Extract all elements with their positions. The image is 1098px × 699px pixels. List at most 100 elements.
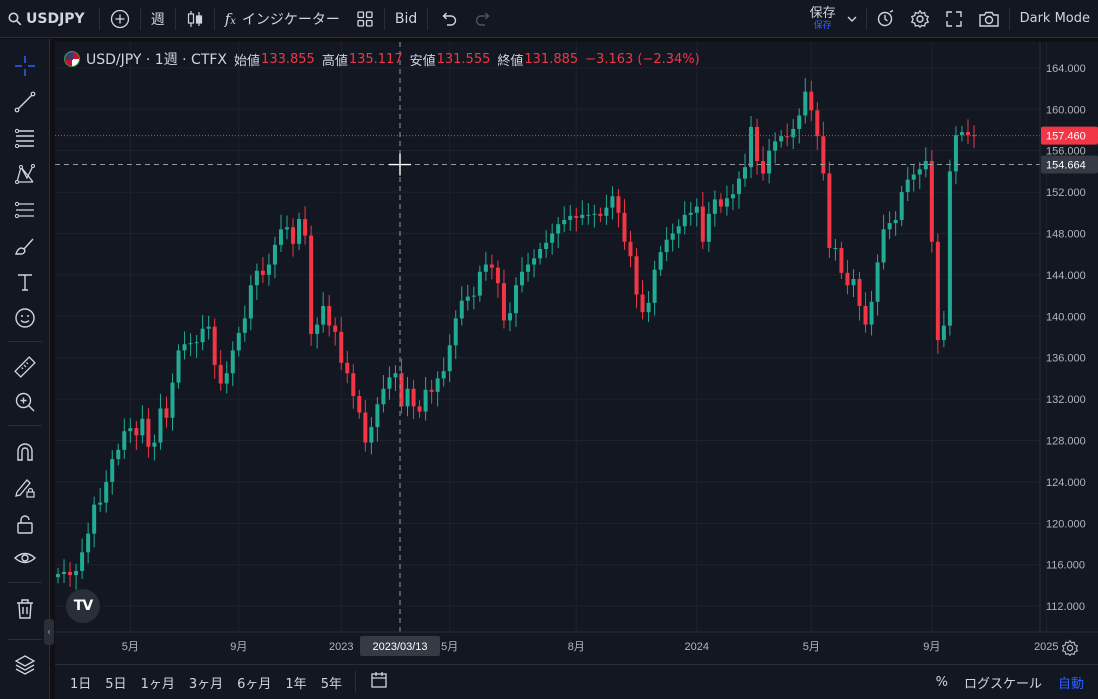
dark-mode-toggle[interactable]: Dark Mode	[1012, 0, 1098, 38]
open-label: 始値	[234, 53, 261, 69]
candle-body	[514, 285, 518, 314]
candle-body	[158, 408, 163, 443]
separator	[139, 7, 141, 30]
object-tree-button[interactable]	[8, 650, 42, 680]
candle-body	[405, 388, 410, 407]
save-dropdown[interactable]	[846, 0, 864, 38]
range-6m[interactable]: 6ヶ月	[230, 673, 278, 692]
quick-search-button[interactable]	[869, 0, 903, 38]
price-chart[interactable]: 157.460 154.664 2023/03/13 164.000 160.000 1…	[55, 42, 1098, 664]
close-label: 終値	[497, 53, 524, 69]
tool-zoom[interactable]	[8, 387, 42, 417]
undo-button[interactable]	[430, 0, 466, 38]
candle-body	[640, 294, 645, 313]
tool-crosshair[interactable]	[8, 51, 42, 81]
emoji-icon	[15, 308, 35, 328]
tool-lock[interactable]	[8, 509, 42, 539]
range-1y[interactable]: 1年	[278, 673, 313, 692]
tool-emoji[interactable]	[8, 303, 42, 333]
candle-body	[297, 219, 302, 244]
chart-type-button[interactable]	[178, 0, 212, 38]
tool-magnet[interactable]	[8, 437, 42, 467]
y-tick-label: 140.000	[1046, 311, 1086, 323]
range-3m[interactable]: 3ヶ月	[182, 673, 230, 692]
candle-body	[146, 418, 151, 447]
range-5d[interactable]: 5日	[98, 673, 133, 692]
tool-remove[interactable]	[8, 594, 42, 624]
tool-trendline[interactable]	[8, 87, 42, 117]
candle-body	[62, 571, 67, 575]
candle-body	[929, 161, 934, 242]
candle-body	[857, 279, 862, 306]
chart-pane[interactable]: 157.460 154.664 2023/03/13 164.000 160.000 1…	[55, 42, 1098, 664]
candle-body	[935, 241, 940, 341]
tool-fib[interactable]	[8, 123, 42, 153]
chart-settings-button[interactable]	[1058, 636, 1082, 660]
trash-icon	[17, 599, 33, 619]
snapshot-button[interactable]	[971, 0, 1007, 38]
auto-scale-button[interactable]: 自動	[1050, 673, 1092, 692]
candle-body	[447, 345, 452, 372]
candle-body	[917, 169, 922, 175]
tool-visibility[interactable]	[8, 543, 42, 573]
percent-scale-button[interactable]: %	[928, 675, 956, 690]
gear-icon	[910, 9, 929, 28]
candle-body	[724, 198, 729, 207]
x-tick-label: 2025	[1034, 641, 1058, 653]
candle-body	[212, 326, 217, 365]
tool-brush[interactable]	[8, 231, 42, 261]
candle-body	[465, 296, 470, 301]
templates-button[interactable]	[348, 0, 382, 38]
candle-body	[242, 318, 247, 333]
candle-body	[887, 223, 892, 230]
tool-forecast[interactable]	[8, 195, 42, 225]
candle-body	[827, 173, 832, 248]
indicators-label: インジケーター	[241, 11, 340, 28]
goto-date-button[interactable]	[362, 670, 396, 694]
tool-lock-drawings[interactable]	[8, 473, 42, 503]
tool-ruler[interactable]	[8, 352, 42, 382]
tool-text[interactable]	[8, 267, 42, 297]
interval-button[interactable]: 週	[143, 0, 173, 38]
legend-title[interactable]: USD/JPY · 1週 · CTFX	[86, 49, 227, 69]
candle-body	[652, 269, 657, 303]
log-scale-button[interactable]: ログスケール	[956, 673, 1050, 692]
candle-body	[947, 171, 952, 326]
tradingview-logo[interactable]: TV	[66, 589, 100, 623]
x-tick-label: 5月	[122, 641, 139, 653]
fullscreen-button[interactable]	[937, 0, 971, 38]
candle-body	[68, 571, 73, 576]
candle-body	[863, 305, 868, 325]
redo-button[interactable]	[466, 0, 502, 38]
collapse-toolbar-button[interactable]: ‹	[44, 619, 54, 645]
symbol-search-button[interactable]: USDJPY	[0, 0, 97, 38]
price-type-button[interactable]: Bid	[387, 0, 425, 38]
compare-button[interactable]	[102, 0, 138, 38]
candle-body	[104, 481, 109, 503]
settings-button[interactable]	[903, 0, 937, 38]
range-1m[interactable]: 1ヶ月	[134, 673, 182, 692]
candle-body	[86, 533, 91, 553]
separator	[8, 582, 42, 583]
candle-body	[315, 324, 320, 334]
candle-body	[905, 179, 910, 193]
candle-body	[381, 388, 386, 405]
candle-body	[92, 504, 97, 534]
tool-pattern[interactable]	[8, 159, 42, 189]
candle-body	[785, 136, 790, 138]
candle-body	[869, 301, 874, 325]
x-tick-label: 8月	[568, 641, 585, 653]
candle-body	[730, 194, 735, 199]
candle-body	[550, 233, 555, 243]
candle-body	[538, 249, 543, 259]
indicators-button[interactable]: fx インジケーター	[217, 0, 348, 38]
brush-icon	[15, 238, 34, 255]
range-5y[interactable]: 5年	[314, 673, 349, 692]
drawing-toolbar	[0, 39, 50, 699]
range-1d[interactable]: 1日	[63, 673, 98, 692]
save-button[interactable]: 保存 保存	[800, 0, 846, 38]
candle-body	[670, 233, 675, 240]
y-tick-label: 120.000	[1046, 518, 1086, 530]
undo-icon	[442, 12, 457, 26]
candle-body	[700, 206, 705, 242]
